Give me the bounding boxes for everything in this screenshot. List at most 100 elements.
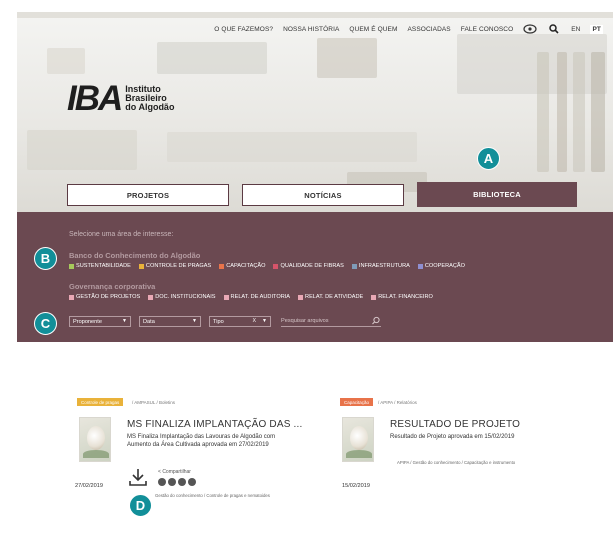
tipo-select[interactable]: Tipo X ▼	[209, 316, 271, 327]
chevron-down-icon: ▼	[262, 318, 267, 324]
data-select[interactable]: Data ▼	[139, 316, 201, 327]
iba-logo[interactable]: IBA Instituto Brasileiro do Algodão	[67, 81, 174, 116]
tag-doc-institucionais[interactable]: DOC. INSTITUCIONAIS	[148, 294, 216, 300]
share-icon: <	[158, 469, 161, 475]
share-text: Compartilhar	[162, 469, 191, 475]
cotton-boll-image	[87, 426, 105, 450]
color-swatch	[138, 263, 144, 269]
card-description: MS Finaliza Implantação das Lavouras de …	[127, 434, 276, 448]
tag-sustentabilidade[interactable]: SUSTENTABILIDADE	[69, 263, 131, 269]
tag-gestao-de-projetos[interactable]: GESTÃO DE PROJETOS	[69, 294, 140, 300]
email-share-icon[interactable]	[158, 478, 166, 486]
twitter-share-icon[interactable]	[188, 478, 196, 486]
tag-controle-de-pragas[interactable]: CONTROLE DE PRAGAS	[138, 263, 212, 269]
color-swatch	[351, 263, 357, 269]
color-swatch	[417, 263, 423, 269]
lang-pt[interactable]: PT	[590, 24, 603, 34]
nav-fale-conosco[interactable]: FALE CONOSCO	[461, 26, 514, 33]
tag-label: RELAT. DE AUDITORIA	[230, 294, 291, 300]
group-heading-banco: Banco do Conhecimento do Algodão	[69, 251, 201, 260]
card-breadcrumb: / APIPA / Relatórios	[378, 400, 417, 405]
callout-badge-d: D	[129, 494, 152, 517]
whatsapp-share-icon[interactable]	[168, 478, 176, 486]
select-area-label: Selecione uma área de interesse:	[69, 231, 174, 238]
tag-qualidade-de-fibras[interactable]: QUALIDADE DE FIBRAS	[273, 263, 344, 269]
tab-biblioteca[interactable]: BIBLIOTECA	[417, 182, 577, 207]
tag-label: INFRAESTRUTURA	[358, 263, 410, 269]
document-thumbnail[interactable]	[79, 417, 111, 462]
search-placeholder: Pesquisar arquivos	[281, 318, 329, 324]
tag-relat-de-atividade[interactable]: RELAT. DE ATIVIDADE	[298, 294, 363, 300]
tag-label: CAPACITAÇÃO	[226, 263, 266, 269]
chevron-down-icon: ▼	[122, 318, 127, 324]
tag-label: COOPERAÇÃO	[424, 263, 465, 269]
tag-cooperacao[interactable]: COOPERAÇÃO	[417, 263, 465, 269]
color-swatch	[219, 263, 225, 269]
logo-line-3: do Algodão	[125, 102, 175, 112]
leaf-shape	[346, 450, 372, 458]
proponente-select[interactable]: Proponente ▼	[69, 316, 131, 327]
color-swatch	[371, 294, 377, 300]
group-heading-governanca: Governança corporativa	[69, 282, 156, 291]
proponente-select-value: Proponente	[73, 318, 102, 325]
logo-mark: IBA	[67, 79, 123, 118]
card-description: Resultado de Projeto aprovada em 15/02/2…	[390, 434, 515, 440]
cotton-boll-image	[350, 426, 368, 450]
card-tags: APIPA / Gestão do conhecimento / Capacit…	[397, 460, 516, 465]
clear-icon[interactable]: X	[253, 318, 256, 324]
color-swatch	[298, 294, 304, 300]
search-icon[interactable]	[371, 316, 381, 326]
lang-en[interactable]: EN	[571, 26, 580, 33]
share-label[interactable]: < Compartilhar	[158, 469, 191, 475]
tipo-select-value: Tipo	[213, 318, 224, 325]
tag-row-banco: SUSTENTABILIDADE CONTROLE DE PRAGAS CAPA…	[69, 263, 465, 269]
category-badge[interactable]: Controle de pragas	[77, 398, 124, 406]
card-breadcrumb: / AMPASUL / Boletins	[132, 400, 176, 405]
facebook-share-icon[interactable]	[178, 478, 186, 486]
callout-badge-a: A	[477, 147, 500, 170]
color-swatch	[148, 294, 154, 300]
card-tags: Gestão do conhecimento / Controle de pra…	[155, 493, 270, 498]
tag-label: QUALIDADE DE FIBRAS	[280, 263, 344, 269]
color-swatch	[69, 263, 74, 269]
leaf-shape	[83, 450, 109, 458]
search-icon[interactable]	[547, 23, 561, 35]
tag-row-governanca: GESTÃO DE PROJETOS DOC. INSTITUCIONAIS R…	[69, 294, 433, 300]
card-date: 15/02/2019	[342, 483, 370, 489]
tag-capacitacao[interactable]: CAPACITAÇÃO	[219, 263, 265, 269]
page-frame: O QUE FAZEMOS? NOSSA HISTÓRIA QUEM É QUE…	[17, 12, 613, 534]
tag-label: GESTÃO DE PROJETOS	[76, 294, 141, 300]
tag-infraestrutura[interactable]: INFRAESTRUTURA	[351, 263, 410, 269]
document-thumbnail[interactable]	[342, 417, 374, 462]
tag-relat-de-auditoria[interactable]: RELAT. DE AUDITORIA	[223, 294, 291, 300]
tag-label: RELAT. FINANCEIRO	[378, 294, 433, 300]
tag-label: CONTROLE DE PRAGAS	[145, 263, 212, 269]
color-swatch	[223, 294, 229, 300]
tag-relat-financeiro[interactable]: RELAT. FINANCEIRO	[371, 294, 433, 300]
nav-quem-e-quem[interactable]: QUEM É QUEM	[349, 26, 397, 33]
download-icon[interactable]	[127, 466, 149, 493]
nav-associadas[interactable]: ASSOCIADAS	[407, 26, 450, 33]
tag-label: DOC. INSTITUCIONAIS	[155, 294, 216, 300]
card-date: 27/02/2019	[75, 483, 103, 489]
category-badge[interactable]: Capacitação	[340, 398, 374, 406]
card-title[interactable]: MS FINALIZA IMPLANTAÇÃO DAS ...	[127, 419, 303, 430]
search-files-input[interactable]: Pesquisar arquivos	[281, 316, 381, 327]
tag-label: SUSTENTABILIDADE	[76, 263, 131, 269]
color-swatch	[273, 263, 279, 269]
tab-noticias[interactable]: NOTÍCIAS	[242, 184, 404, 206]
data-select-value: Data	[143, 318, 155, 325]
card-title[interactable]: RESULTADO DE PROJETO	[390, 419, 520, 430]
logo-wordmark: Instituto Brasileiro do Algodão	[125, 85, 174, 112]
color-swatch	[69, 294, 74, 300]
tag-label: RELAT. DE ATIVIDADE	[305, 294, 364, 300]
nav-nossa-historia[interactable]: NOSSA HISTÓRIA	[283, 26, 339, 33]
callout-badge-b: B	[34, 247, 57, 270]
callout-badge-c: C	[34, 312, 57, 335]
top-navigation: O QUE FAZEMOS? NOSSA HISTÓRIA QUEM É QUE…	[214, 22, 603, 36]
tab-projetos[interactable]: PROJETOS	[67, 184, 229, 206]
accessibility-icon[interactable]	[523, 23, 537, 35]
social-share-icons	[158, 478, 196, 486]
nav-o-que-fazemos[interactable]: O QUE FAZEMOS?	[214, 26, 273, 33]
chevron-down-icon: ▼	[192, 318, 197, 324]
